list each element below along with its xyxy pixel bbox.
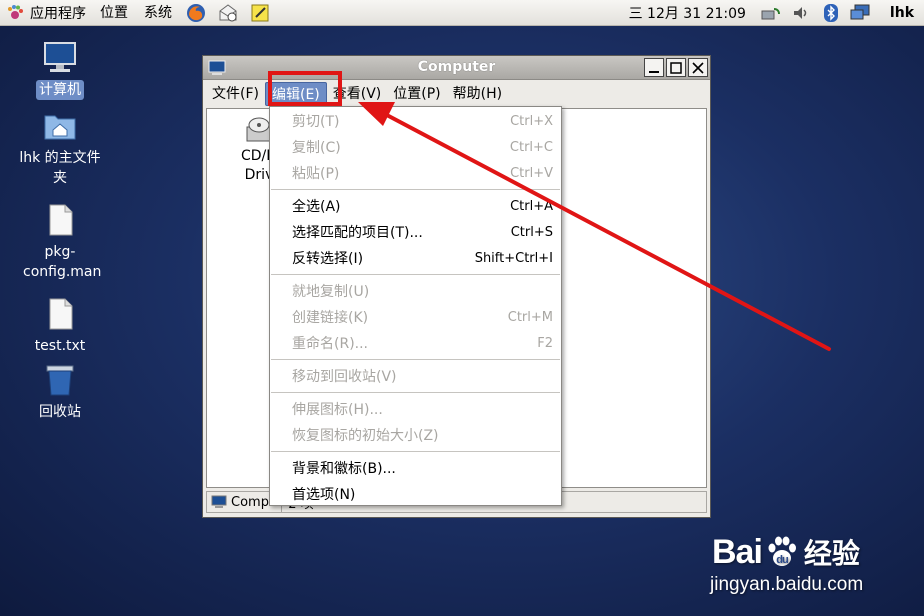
bluetooth-tray[interactable] <box>819 2 843 24</box>
annotation-highlight-box <box>268 71 342 106</box>
mail-launcher[interactable] <box>216 2 240 24</box>
menu-separator <box>271 359 560 360</box>
volume-icon <box>793 7 807 19</box>
edit-preferences[interactable]: 首选项(N) <box>270 481 561 507</box>
menu-item-accel: F2 <box>537 335 553 351</box>
trash-icon <box>46 365 74 396</box>
menu-item-accel: Ctrl+V <box>510 165 553 181</box>
close-icon <box>692 61 704 74</box>
desktop-icon-computer[interactable]: 计算机 <box>10 40 110 100</box>
desktop-icon-trash[interactable]: 回收站 <box>10 362 110 422</box>
menu-item-label: 就地复制(U) <box>292 284 370 300</box>
desktop-icon-label: test.txt <box>34 338 86 354</box>
network-icon <box>761 8 780 20</box>
menu-item-label: 复制(C) <box>292 140 341 156</box>
firefox-icon <box>187 3 205 22</box>
edit-make-link[interactable]: 创建链接(K) Ctrl+M <box>270 304 561 330</box>
menu-file[interactable]: 文件(F) <box>206 82 265 106</box>
menu-item-label: 创建链接(K) <box>292 310 369 326</box>
watermark-brand: Bai du 经验 <box>712 532 860 572</box>
edit-duplicate[interactable]: 就地复制(U) <box>270 278 561 304</box>
menu-item-label: 剪切(T) <box>292 114 340 130</box>
menu-separator <box>271 274 560 275</box>
top-panel: 应用程序 位置 系统 三 12月 31 21:09 lhk <box>0 0 924 26</box>
desktop-icon-pkg-config[interactable]: pkg-config.man <box>10 202 110 282</box>
notes-icon <box>251 4 269 21</box>
maximize-icon <box>670 61 682 74</box>
edit-invert-selection[interactable]: 反转选择(I) Shift+Ctrl+I <box>270 245 561 271</box>
menu-item-label: 反转选择(I) <box>292 251 364 267</box>
edit-copy[interactable]: 复制(C) Ctrl+C <box>270 134 561 160</box>
desktop-icon-test-txt[interactable]: test.txt <box>10 296 110 356</box>
watermark-brand-left: Bai <box>712 532 763 571</box>
file-icon <box>49 204 73 236</box>
menu-help[interactable]: 帮助(H) <box>447 82 508 106</box>
menu-item-label: 粘贴(P) <box>292 166 340 182</box>
computer-icon <box>44 42 76 72</box>
edit-cut[interactable]: 剪切(T) Ctrl+X <box>270 108 561 134</box>
edit-select-matching[interactable]: 选择匹配的项目(T)... Ctrl+S <box>270 219 561 245</box>
applications-menu-label: 应用程序 <box>30 5 86 22</box>
menu-item-label: 重命名(R)... <box>292 336 369 352</box>
desktop-icon-label: 计算机 <box>36 80 84 100</box>
desktop-icon-label: lhk 的主文件夹 <box>19 150 101 186</box>
edit-paste[interactable]: 粘贴(P) Ctrl+V <box>270 160 561 186</box>
volume-tray[interactable] <box>789 2 813 24</box>
minimize-button[interactable] <box>644 58 664 77</box>
applications-menu[interactable]: 应用程序 <box>0 0 92 26</box>
watermark-url: jingyan.baidu.com <box>710 574 864 595</box>
file-icon <box>49 298 73 330</box>
menu-item-label: 背景和徽标(B)... <box>292 461 396 477</box>
desktop-icon-home[interactable]: lhk 的主文件夹 <box>10 108 110 188</box>
mail-icon <box>219 3 237 21</box>
home-folder-icon <box>44 115 76 140</box>
menu-item-label: 首选项(N) <box>292 487 356 503</box>
menu-separator <box>271 189 560 190</box>
menu-separator <box>271 392 560 393</box>
system-menu[interactable]: 系统 <box>136 0 180 26</box>
edit-restore-icon-size[interactable]: 恢复图标的初始大小(Z) <box>270 422 561 448</box>
bluetooth-icon <box>823 4 838 22</box>
edit-rename[interactable]: 重命名(R)... F2 <box>270 330 561 356</box>
menu-item-accel: Ctrl+S <box>510 224 553 240</box>
edit-menu-dropdown: 剪切(T) Ctrl+X 复制(C) Ctrl+C 粘贴(P) Ctrl+V 全选(A… <box>269 106 562 506</box>
menu-item-label: 伸展图标(H)... <box>292 402 383 418</box>
svg-text:du: du <box>776 554 788 566</box>
computer-icon <box>211 495 227 508</box>
menu-item-accel: Shift+Ctrl+I <box>474 250 553 266</box>
menu-item-accel: Ctrl+X <box>510 113 553 129</box>
menu-item-accel: Ctrl+C <box>509 139 553 155</box>
menu-item-label: 全选(A) <box>292 199 341 215</box>
edit-stretch-icon[interactable]: 伸展图标(H)... <box>270 396 561 422</box>
desktop-icon-label: pkg-config.man <box>23 244 102 280</box>
display-tray[interactable] <box>849 2 873 24</box>
menu-item-label: 选择匹配的项目(T)... <box>292 225 423 241</box>
edit-select-all[interactable]: 全选(A) Ctrl+A <box>270 193 561 219</box>
minimize-icon <box>649 70 659 73</box>
display-icon <box>850 4 870 20</box>
menu-separator <box>271 451 560 452</box>
firefox-launcher[interactable] <box>184 2 208 24</box>
notes-launcher[interactable] <box>248 2 272 24</box>
gnome-foot-icon <box>8 4 23 19</box>
close-button[interactable] <box>688 58 708 77</box>
network-tray[interactable] <box>759 2 783 24</box>
maximize-button[interactable] <box>666 58 686 77</box>
user-menu[interactable]: lhk <box>876 5 924 21</box>
clock[interactable]: 三 12月 31 21:09 <box>621 3 756 23</box>
baidu-jingyan-watermark: Bai du 经验 jingyan.baidu.com <box>700 524 910 604</box>
menu-go[interactable]: 位置(P) <box>387 82 446 106</box>
watermark-brand-right: 经验 <box>803 537 860 570</box>
menu-item-label: 移动到回收站(V) <box>292 369 397 385</box>
menu-item-label: 恢复图标的初始大小(Z) <box>292 428 439 444</box>
baidu-paw-icon: du <box>768 536 796 566</box>
edit-move-to-trash[interactable]: 移动到回收站(V) <box>270 363 561 389</box>
places-menu[interactable]: 位置 <box>92 0 136 26</box>
menu-item-accel: Ctrl+A <box>510 198 553 214</box>
menu-item-accel: Ctrl+M <box>507 309 553 325</box>
desktop-icon-label: 回收站 <box>39 404 81 420</box>
edit-backgrounds-emblems[interactable]: 背景和徽标(B)... <box>270 455 561 481</box>
